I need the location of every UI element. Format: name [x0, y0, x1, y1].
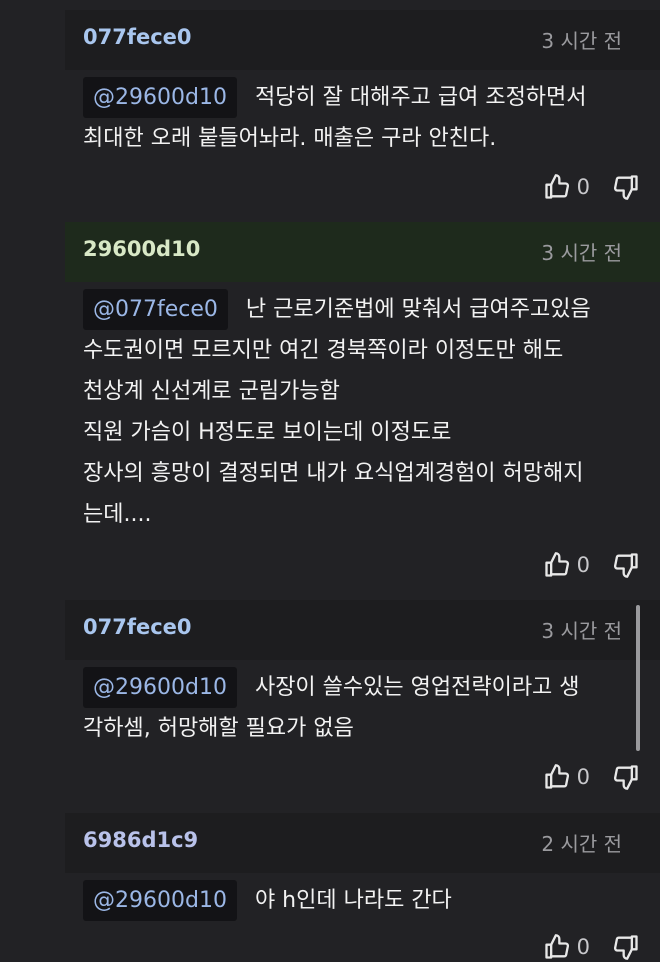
thumbs-down-icon[interactable]: [612, 551, 640, 579]
comment-author[interactable]: 29600d10: [83, 237, 200, 261]
comment-body: @29600d10 사장이 쓸수있는 영업전략이라고 생 각하셈, 허망해할 필요…: [83, 667, 643, 749]
thumbs-up-icon[interactable]: [543, 551, 571, 579]
comment-author[interactable]: 077fece0: [83, 615, 192, 639]
comment-actions: 0: [543, 762, 640, 792]
comment-actions: 0: [543, 932, 640, 962]
comment-line: 직원 가슴이 H정도로 보이는데 이정도로: [83, 420, 452, 445]
comment-author[interactable]: 077fece0: [83, 25, 192, 49]
comment-body: @077fece0 난 근로기준법에 맞춰서 급여주고있음 수도권이면 모르지만 …: [83, 289, 643, 535]
comment-actions: 0: [543, 550, 640, 580]
comment-line: 수도권이면 모르지만 여긴 경북쪽이라 이정도만 해도: [83, 338, 564, 363]
thumbs-up-icon[interactable]: [543, 173, 571, 201]
comment-header: 6986d1c9 2 시간 전: [65, 813, 660, 873]
like-count: 0: [576, 765, 590, 789]
like-count: 0: [576, 175, 590, 199]
comment-time: 3 시간 전: [541, 29, 622, 53]
comment-line: 각하셈, 허망해할 필요가 없음: [83, 716, 354, 741]
comment-header: 29600d10 3 시간 전: [65, 222, 660, 282]
comment-body: @29600d10 야 h인데 나라도 간다: [83, 880, 643, 921]
comment-actions: 0: [543, 172, 640, 202]
mention-tag[interactable]: @29600d10: [83, 880, 237, 921]
comment-line: 난 근로기준법에 맞춰서 급여주고있음: [245, 297, 591, 322]
mention-tag[interactable]: @077fece0: [83, 289, 228, 330]
comment-time: 3 시간 전: [541, 241, 622, 265]
comment-line: 적당히 잘 대해주고 급여 조정하면서: [254, 85, 587, 110]
comment-header: 077fece0 3 시간 전: [65, 600, 660, 660]
thumbs-down-icon[interactable]: [612, 173, 640, 201]
thumbs-down-icon[interactable]: [612, 933, 640, 961]
mention-tag[interactable]: @29600d10: [83, 77, 237, 118]
comment-line: 최대한 오래 붙들어놔라. 매출은 구라 안친다.: [83, 126, 497, 151]
like-count: 0: [576, 935, 590, 959]
comment-author[interactable]: 6986d1c9: [83, 828, 198, 852]
thumbs-up-icon[interactable]: [543, 933, 571, 961]
comment-time: 3 시간 전: [541, 619, 622, 643]
mention-tag[interactable]: @29600d10: [83, 667, 237, 708]
comment-body: @29600d10 적당히 잘 대해주고 급여 조정하면서 최대한 오래 붙들어놔…: [83, 77, 643, 159]
comment-header: 077fece0 3 시간 전: [65, 10, 660, 70]
like-count: 0: [576, 553, 590, 577]
comment-line: 장사의 흥망이 결정되면 내가 요식업계경험이 허망해지: [83, 461, 584, 486]
comment-line: 는데....: [83, 502, 152, 527]
thumbs-up-icon[interactable]: [543, 763, 571, 791]
comment-line: 사장이 쓸수있는 영업전략이라고 생: [254, 675, 580, 700]
comment-time: 2 시간 전: [541, 832, 622, 856]
thumbs-down-icon[interactable]: [612, 763, 640, 791]
scrollbar[interactable]: [636, 605, 640, 751]
comment-line: 야 h인데 나라도 간다: [254, 888, 452, 913]
comment-line: 천상계 신선계로 군림가능함: [83, 379, 340, 404]
